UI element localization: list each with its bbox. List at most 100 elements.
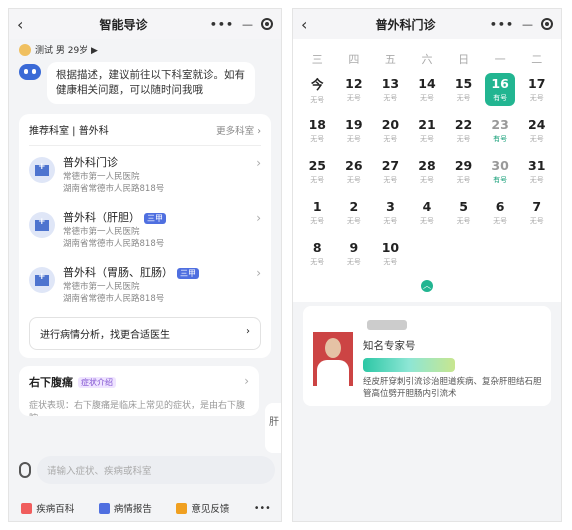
more-menu-icon[interactable]: ••• bbox=[490, 18, 514, 31]
minimize-icon[interactable]: — bbox=[522, 18, 533, 31]
day-status: 无号 bbox=[310, 96, 325, 104]
doctor-card[interactable]: 知名专家号 经皮肝穿刺引流诊治胆道疾病、复杂肝胆结石胆管高位劈开胆肠内引流术 bbox=[303, 306, 551, 406]
more-menu-icon[interactable]: ••• bbox=[210, 18, 234, 31]
feedback-button[interactable]: 意见反馈 bbox=[176, 501, 229, 515]
calendar-day[interactable]: 18 无号 bbox=[302, 114, 333, 147]
calendar-day[interactable]: 21 无号 bbox=[412, 114, 443, 147]
day-number: 今 bbox=[311, 77, 324, 92]
calendar-day[interactable]: 24 无号 bbox=[521, 114, 552, 147]
day-status: 有号 bbox=[493, 176, 508, 184]
calendar-day[interactable]: 26 无号 bbox=[339, 155, 370, 188]
calendar-day[interactable]: 7 无号 bbox=[521, 196, 552, 229]
day-number: 29 bbox=[454, 158, 473, 173]
symptom-search-input[interactable]: 请输入症状、疾病或科室 bbox=[37, 456, 275, 484]
day-number: 15 bbox=[454, 76, 473, 91]
calendar-day[interactable]: 2 无号 bbox=[339, 196, 370, 229]
page-title: 普外科门诊 bbox=[375, 17, 436, 32]
patient-selector[interactable]: 测试 男 29岁 ▶ bbox=[9, 39, 281, 60]
day-status: 无号 bbox=[493, 217, 508, 225]
calendar-day[interactable]: 29 无号 bbox=[448, 155, 479, 188]
chevron-right-icon: › bbox=[244, 374, 249, 388]
day-status: 有号 bbox=[493, 135, 508, 143]
day-status: 无号 bbox=[419, 94, 434, 102]
calendar-day[interactable]: 25 无号 bbox=[302, 155, 333, 188]
close-target-icon[interactable] bbox=[540, 18, 553, 30]
page-title: 智能导诊 bbox=[99, 17, 148, 32]
close-target-icon[interactable] bbox=[260, 18, 273, 30]
day-number: 13 bbox=[381, 76, 400, 91]
day-number: 10 bbox=[381, 240, 400, 255]
bottom-label: 疾病百科 bbox=[36, 504, 75, 515]
day-status: 无号 bbox=[346, 94, 361, 102]
chevron-right-icon: › bbox=[246, 326, 250, 337]
day-number: 1 bbox=[312, 199, 322, 214]
minimize-icon[interactable]: — bbox=[242, 18, 253, 31]
day-number: 16 bbox=[491, 76, 509, 91]
symptom-card[interactable]: 右下腹痛 症状介绍 症状表现：右下腹痛是临床上常见的症状，是由右下腹腔 › bbox=[19, 366, 259, 416]
calendar-day[interactable]: 6 无号 bbox=[485, 196, 516, 229]
doctor-specialty: 经皮肝穿刺引流诊治胆道疾病、复杂肝胆结石胆管高位劈开胆肠内引流术 bbox=[363, 377, 542, 399]
hospital-address: 湖南省常德市人民路818号 bbox=[63, 294, 165, 304]
input-bar: 请输入症状、疾病或科室 bbox=[17, 455, 275, 485]
day-number: 4 bbox=[422, 199, 432, 214]
calendar-day[interactable]: 10 无号 bbox=[375, 237, 406, 270]
more-departments-link[interactable]: 更多科室 › bbox=[216, 123, 261, 137]
calendar-day[interactable]: 19 无号 bbox=[339, 114, 370, 147]
day-number: 5 bbox=[459, 199, 468, 214]
calendar-day[interactable]: 12 无号 bbox=[339, 73, 370, 106]
disease-encyclopedia-button[interactable]: 疾病百科 bbox=[21, 501, 74, 515]
analyze-condition-button[interactable]: 进行病情分析，找更合适医生 › bbox=[29, 317, 261, 350]
hospital-name: 常德市第一人民医院 bbox=[63, 282, 140, 292]
calendar-day[interactable]: 30 有号 bbox=[485, 155, 516, 188]
calendar-day[interactable]: 31 无号 bbox=[521, 155, 552, 188]
department-item[interactable]: 普外科门诊 常德市第一人民医院 湖南省常德市人民路818号 › bbox=[29, 146, 261, 201]
microphone-icon[interactable] bbox=[19, 462, 31, 478]
calendar-day[interactable]: 16 有号 bbox=[484, 73, 516, 106]
calendar-day[interactable]: 23 有号 bbox=[485, 114, 516, 147]
back-arrow-icon[interactable]: ‹ bbox=[301, 15, 321, 34]
day-status: 无号 bbox=[310, 176, 325, 184]
day-status: 无号 bbox=[346, 217, 361, 225]
calendar-day[interactable]: 3 无号 bbox=[375, 196, 406, 229]
weekday-header: 三四五六日一二 bbox=[299, 43, 555, 73]
title-bar: ‹ 普外科门诊 ••• — bbox=[293, 9, 561, 39]
calendar-day[interactable]: 28 无号 bbox=[412, 155, 443, 188]
calendar-day[interactable]: 27 无号 bbox=[375, 155, 406, 188]
calendar-day[interactable]: 今无号 bbox=[302, 73, 333, 106]
calendar-day[interactable]: 22 无号 bbox=[448, 114, 479, 147]
guide-screen: ‹ 智能导诊 ••• — 测试 男 29岁 ▶ 根据描述，建议前往以下科室就诊。… bbox=[8, 8, 282, 522]
calendar-day[interactable]: 1 无号 bbox=[302, 196, 333, 229]
analyze-label: 进行病情分析，找更合适医生 bbox=[40, 330, 170, 341]
calendar-day[interactable]: 9 无号 bbox=[339, 237, 370, 270]
more-icon[interactable]: ••• bbox=[254, 503, 271, 514]
chevron-right-icon: › bbox=[256, 156, 261, 170]
day-status: 无号 bbox=[456, 176, 471, 184]
calendar-day[interactable]: 15 无号 bbox=[448, 73, 479, 106]
day-number: 6 bbox=[495, 199, 505, 214]
hospital-icon bbox=[29, 157, 55, 183]
day-status: 无号 bbox=[310, 135, 325, 143]
department-name: 普外科（胃肠、肛肠） bbox=[63, 266, 173, 279]
calendar-day[interactable]: 17 无号 bbox=[521, 73, 552, 106]
calendar-day[interactable]: 14 无号 bbox=[412, 73, 443, 106]
day-status: 无号 bbox=[346, 176, 361, 184]
calendar-day[interactable]: 13 无号 bbox=[375, 73, 406, 106]
department-item[interactable]: 普外科（胃肠、肛肠） 三甲 常德市第一人民医院 湖南省常德市人民路818号 › bbox=[29, 256, 261, 311]
calendar-day[interactable]: 4 无号 bbox=[412, 196, 443, 229]
day-number: 31 bbox=[528, 158, 546, 173]
calendar-day[interactable]: 5 无号 bbox=[448, 196, 479, 229]
back-arrow-icon[interactable]: ‹ bbox=[17, 15, 37, 34]
hospital-name: 常德市第一人民医院 bbox=[63, 227, 140, 237]
department-name: 普外科（肝胆） bbox=[63, 211, 140, 224]
day-number: 2 bbox=[349, 199, 359, 214]
calendar-day[interactable]: 20 无号 bbox=[375, 114, 406, 147]
day-number: 3 bbox=[386, 199, 395, 214]
report-icon bbox=[98, 502, 110, 514]
department-item[interactable]: 普外科（肝胆） 三甲 常德市第一人民医院 湖南省常德市人民路818号 › bbox=[29, 201, 261, 256]
calendar-day[interactable]: 8 无号 bbox=[302, 237, 333, 270]
next-symptom-card[interactable]: 肝 bbox=[265, 403, 281, 453]
condition-report-button[interactable]: 病情报告 bbox=[98, 501, 152, 515]
symptom-text: 症状表现：右下腹痛是临床上常见的症状，是由右下腹腔 bbox=[29, 401, 246, 416]
recommend-title: 推荐科室 | 普外科 bbox=[29, 126, 109, 137]
collapse-chevron-icon[interactable]: ︿ bbox=[421, 280, 433, 292]
